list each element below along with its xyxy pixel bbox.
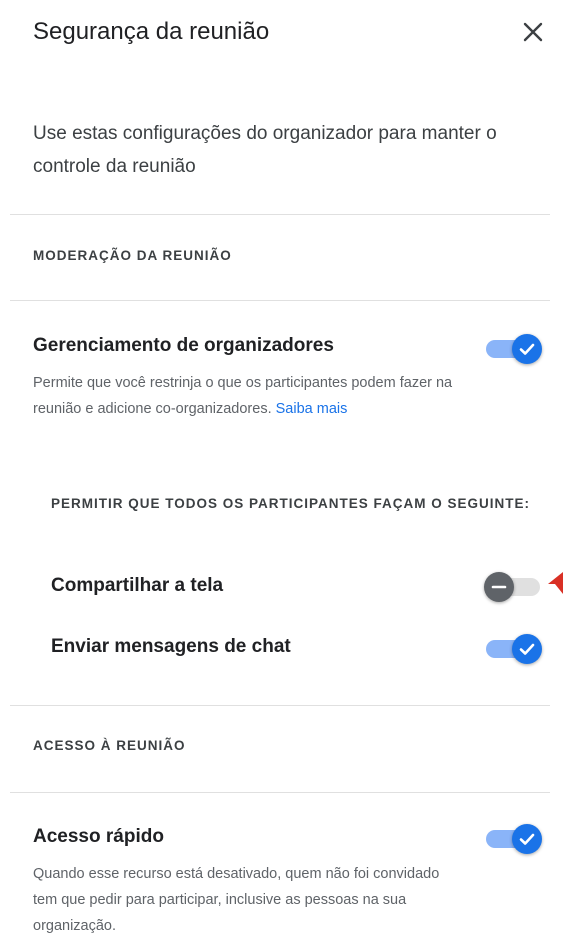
quick-access-toggle[interactable] (484, 823, 544, 854)
chat-toggle[interactable] (484, 633, 544, 664)
share-screen-label: Compartilhar a tela (51, 575, 224, 596)
host-management-description: Permite que você restrinja o que os part… (33, 370, 453, 422)
check-icon (519, 833, 535, 845)
chat-label: Enviar mensagens de chat (51, 636, 291, 657)
divider (10, 705, 550, 706)
meeting-safety-panel: Segurança da reunião Use estas configura… (0, 0, 563, 941)
minus-icon (491, 585, 507, 589)
toggle-thumb (512, 634, 542, 664)
section-label-moderation: MODERAÇÃO DA REUNIÃO (33, 248, 232, 263)
close-icon (523, 22, 543, 42)
close-button[interactable] (517, 16, 549, 48)
host-management-description-text: Permite que você restrinja o que os part… (33, 375, 453, 417)
cursor-arrow-icon (548, 572, 563, 594)
panel-header: Segurança da reunião (33, 12, 553, 52)
learn-more-link[interactable]: Saiba mais (276, 401, 348, 417)
divider (10, 792, 550, 793)
check-icon (519, 343, 535, 355)
toggle-thumb (484, 572, 514, 602)
quick-access-description: Quando esse recurso está desativado, que… (33, 866, 440, 934)
quick-access-title: Acesso rápido (33, 826, 164, 847)
host-management-toggle[interactable] (484, 333, 544, 364)
panel-title: Segurança da reunião (33, 18, 270, 45)
share-screen-toggle[interactable] (484, 571, 544, 602)
intro-text: Use estas configurações do organizador p… (33, 123, 497, 177)
toggle-thumb (512, 824, 542, 854)
host-management-title: Gerenciamento de organizadores (33, 335, 334, 356)
section-label-access: ACESSO À REUNIÃO (33, 738, 186, 753)
check-icon (519, 643, 535, 655)
divider (10, 300, 550, 301)
divider (10, 214, 550, 215)
allow-all-label: PERMITIR QUE TODOS OS PARTICIPANTES FAÇA… (51, 496, 531, 511)
toggle-thumb (512, 334, 542, 364)
